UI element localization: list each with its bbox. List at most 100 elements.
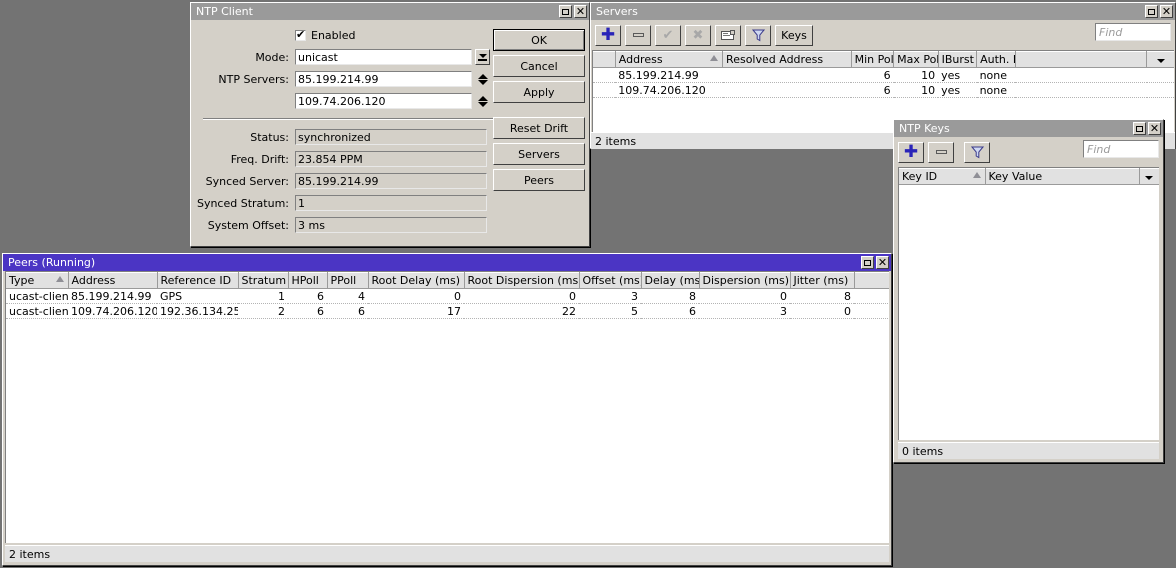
remove-button[interactable]: [625, 24, 651, 46]
ntp-server-2-input[interactable]: 109.74.206.120: [295, 93, 472, 109]
ntp-servers-label: NTP Servers:: [218, 72, 289, 86]
col-auth-key[interactable]: Auth. Key: [976, 51, 1016, 68]
column-menu-button[interactable]: [1139, 168, 1159, 185]
col-blank[interactable]: [1015, 51, 1148, 68]
col-delay[interactable]: Delay (ms): [641, 272, 700, 289]
mode-input[interactable]: unicast: [295, 49, 472, 65]
col-address[interactable]: Address: [68, 272, 158, 289]
col-reference-id[interactable]: Reference ID: [157, 272, 239, 289]
table-row[interactable]: 85.199.214.99 6 10 yes none: [593, 67, 1174, 83]
sort-ascending-icon: [972, 172, 981, 178]
cancel-button[interactable]: Cancel: [493, 55, 585, 77]
comment-icon: [721, 29, 735, 40]
mode-dropdown-button[interactable]: [475, 49, 490, 65]
comment-button[interactable]: [715, 24, 741, 46]
add-button[interactable]: ✚: [898, 141, 924, 163]
checkbox-icon[interactable]: [295, 28, 306, 41]
col-hpoll[interactable]: HPoll: [288, 272, 328, 289]
close-icon[interactable]: ✕: [876, 256, 889, 269]
table-row[interactable]: 109.74.206.120 6 10 yes none: [593, 82, 1174, 98]
chevron-down-icon: [1156, 59, 1165, 63]
find-input[interactable]: Find: [1095, 23, 1171, 41]
col-type[interactable]: Type: [6, 272, 69, 289]
cell-root-dispersion: 0: [464, 288, 579, 304]
col-dispersion[interactable]: Dispersion (ms): [699, 272, 791, 289]
ok-button[interactable]: OK: [493, 29, 585, 51]
close-icon[interactable]: ✕: [574, 5, 587, 18]
close-icon[interactable]: ✕: [1148, 122, 1161, 135]
table-row[interactable]: ucast-client 85.199.214.99 GPS 1 6 4 0 0…: [6, 288, 889, 304]
find-input[interactable]: Find: [1083, 140, 1159, 158]
maximize-icon[interactable]: [1133, 122, 1146, 135]
col-max-poll[interactable]: Max Poll: [893, 51, 939, 68]
cell-min-poll: 6: [851, 82, 894, 98]
mode-label: Mode:: [255, 50, 289, 64]
keys-button[interactable]: Keys: [775, 24, 813, 46]
plus-icon: ✚: [600, 24, 616, 45]
col-address[interactable]: Address: [615, 51, 724, 68]
col-key-id[interactable]: Key ID: [899, 168, 986, 185]
cell-blank: [1015, 67, 1147, 83]
system-offset-label: System Offset:: [207, 218, 289, 232]
cell-blank: [1015, 82, 1147, 98]
table-row[interactable]: ucast-client 109.74.206.120 192.36.134.2…: [6, 303, 889, 319]
minus-icon: [632, 33, 644, 37]
col-root-dispersion[interactable]: Root Dispersion (ms): [464, 272, 580, 289]
enable-button[interactable]: ✔: [655, 24, 681, 46]
peers-titlebar[interactable]: Peers (Running) ✕: [3, 254, 891, 271]
peers-window: Peers (Running) ✕ Type Address Reference…: [2, 253, 892, 566]
ntp-server-1-stepper[interactable]: [476, 71, 489, 88]
funnel-icon: [751, 29, 765, 41]
cell-hpoll: 6: [288, 303, 327, 319]
apply-button[interactable]: Apply: [493, 81, 585, 103]
col-jitter[interactable]: Jitter (ms): [790, 272, 855, 289]
cell-dispersion: 0: [699, 288, 790, 304]
maximize-icon[interactable]: [1145, 5, 1158, 18]
cell-ppoll: 6: [327, 303, 368, 319]
servers-button[interactable]: Servers: [493, 143, 585, 165]
servers-titlebar[interactable]: Servers ✕: [591, 3, 1175, 20]
ntp-client-titlebar[interactable]: NTP Client ✕: [191, 3, 589, 20]
close-icon[interactable]: ✕: [1160, 5, 1173, 18]
cell-root-delay: 17: [368, 303, 464, 319]
col-stratum[interactable]: Stratum: [238, 272, 289, 289]
col-iburst[interactable]: IBurst: [938, 51, 978, 68]
cell-delay: 6: [641, 303, 699, 319]
synced-server-value: 85.199.214.99: [295, 173, 487, 189]
col-blank[interactable]: [854, 272, 889, 289]
peers-statusbar: 2 items: [5, 545, 889, 562]
cell-ppoll: 4: [327, 288, 368, 304]
col-root-delay[interactable]: Root Delay (ms): [368, 272, 465, 289]
ntp-server-1-input[interactable]: 85.199.214.99: [295, 71, 472, 87]
col-key-value[interactable]: Key Value: [985, 168, 1140, 185]
peers-header-row: Type Address Reference ID Stratum HPoll …: [6, 272, 889, 289]
synced-stratum-label: Synced Stratum:: [196, 196, 289, 210]
peers-button[interactable]: Peers: [493, 169, 585, 191]
disable-button[interactable]: ✖: [685, 24, 711, 46]
column-menu-button[interactable]: [1146, 51, 1174, 68]
cell-type: ucast-client: [6, 303, 68, 319]
cell-blank: [854, 288, 889, 304]
servers-title: Servers: [596, 5, 638, 18]
cell-jitter: 8: [790, 288, 854, 304]
maximize-icon[interactable]: [861, 256, 874, 269]
ntp-keys-table: Key ID Key Value: [899, 168, 1159, 185]
col-offset[interactable]: Offset (ms): [579, 272, 642, 289]
col-min-poll[interactable]: Min Poll: [851, 51, 895, 68]
ntp-keys-header-row: Key ID Key Value: [899, 168, 1159, 185]
peers-title: Peers (Running): [8, 256, 96, 269]
cell-type: ucast-client: [6, 288, 68, 304]
col-flags[interactable]: [593, 51, 616, 68]
filter-button[interactable]: [964, 141, 990, 163]
cell-min-poll: 6: [851, 67, 894, 83]
maximize-icon[interactable]: [559, 5, 572, 18]
remove-button[interactable]: [928, 141, 954, 163]
reset-drift-button[interactable]: Reset Drift: [493, 117, 585, 139]
col-ppoll[interactable]: PPoll: [327, 272, 369, 289]
ntp-keys-titlebar[interactable]: NTP Keys ✕: [894, 120, 1163, 137]
col-resolved-address[interactable]: Resolved Address: [722, 51, 852, 68]
add-button[interactable]: ✚: [595, 24, 621, 46]
ntp-server-2-stepper[interactable]: [476, 93, 489, 110]
enabled-checkbox[interactable]: Enabled: [295, 28, 355, 42]
filter-button[interactable]: [745, 24, 771, 46]
